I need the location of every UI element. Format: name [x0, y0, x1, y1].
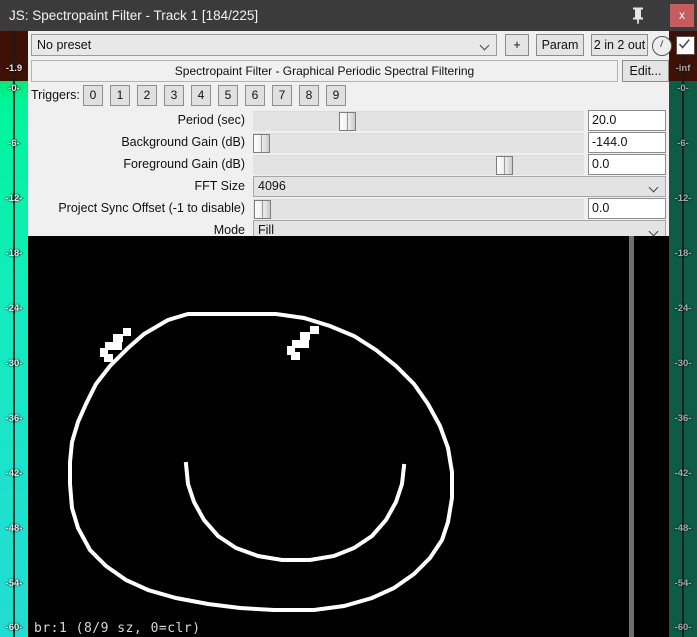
vu-meter-left-tick: -60- [5, 622, 23, 633]
param-row-fft-size: FFT Size 4096 [28, 176, 669, 197]
param-value-background-gain[interactable]: -144.0 [588, 132, 666, 153]
param-label-period: Period (sec) [177, 113, 245, 127]
canvas-divider [629, 236, 634, 637]
triggers-label: Triggers: [31, 88, 80, 102]
trigger-button-2[interactable]: 2 [137, 85, 157, 106]
param-value-foreground-gain[interactable]: 0.0 [588, 154, 666, 175]
chevron-down-icon [650, 228, 659, 234]
preset-dropdown[interactable]: No preset [31, 34, 497, 56]
slider-thumb[interactable] [254, 200, 271, 219]
edit-button[interactable]: Edit... [622, 60, 669, 82]
slider-thumb[interactable] [339, 112, 356, 131]
bypass-checkbox[interactable] [676, 36, 695, 55]
param-value-fft-size: 4096 [258, 179, 286, 193]
close-button[interactable]: x [670, 4, 694, 27]
checkmark-icon [678, 39, 690, 49]
param-dropdown-fft-size[interactable]: 4096 [253, 176, 666, 197]
description-row: Spectropaint Filter - Graphical Periodic… [31, 60, 669, 82]
param-row-foreground-gain: Foreground Gain (dB) 0.0 [28, 154, 669, 175]
trigger-button-7[interactable]: 7 [272, 85, 292, 106]
plugin-description: Spectropaint Filter - Graphical Periodic… [31, 60, 618, 82]
chevron-down-icon [481, 42, 490, 48]
param-row-project-sync-offset: Project Sync Offset (-1 to disable) 0.0 [28, 198, 669, 219]
trigger-button-9[interactable]: 9 [326, 85, 346, 106]
vu-meter-right-tick: -54- [674, 578, 692, 589]
vu-meter-left-tick: -36- [5, 413, 23, 424]
vu-meter-left-tick: -6- [8, 138, 20, 149]
pin-glyph [633, 7, 643, 24]
vu-meter-left-centerline [13, 31, 15, 637]
vu-meter-left-tick: -30- [5, 358, 23, 369]
smiley-face-drawing [68, 312, 454, 612]
plugin-window: JS: Spectropaint Filter - Track 1 [184/2… [0, 0, 697, 637]
vu-meter-right-tick: -6- [677, 138, 689, 149]
vu-meter-left-tick: -42- [5, 468, 23, 479]
trigger-button-6[interactable]: 6 [245, 85, 265, 106]
mouth [183, 461, 407, 562]
vu-meter-right-tick: -60- [674, 622, 692, 633]
param-slider-background-gain[interactable] [253, 133, 584, 153]
vu-meter-right-tick: -36- [674, 413, 692, 424]
param-label-background-gain: Background Gain (dB) [121, 135, 245, 149]
vu-meter-right[interactable]: -inf -0- -6- -12- -18- -24- -30- -36- -4… [669, 31, 697, 637]
trigger-button-8[interactable]: 8 [299, 85, 319, 106]
param-slider-foreground-gain[interactable] [253, 155, 584, 175]
param-row-background-gain: Background Gain (dB) -144.0 [28, 132, 669, 153]
trigger-button-5[interactable]: 5 [218, 85, 238, 106]
left-eye [100, 328, 131, 362]
chevron-down-icon [650, 184, 659, 190]
window-title: JS: Spectropaint Filter - Track 1 [184/2… [9, 8, 259, 23]
vu-meter-right-tick: -30- [674, 358, 692, 369]
vu-meter-right-tick: -12- [674, 193, 692, 204]
add-preset-button[interactable]: + [505, 34, 529, 56]
vu-meter-right-tick: -48- [674, 523, 692, 534]
vu-meter-left-tick: -54- [5, 578, 23, 589]
vu-meter-left-tick: -18- [5, 248, 23, 259]
face-outline [68, 312, 454, 612]
plugin-panel: No preset + Param 2 in 2 out Spectropain… [28, 31, 695, 637]
vu-meter-left-tick: -24- [5, 303, 23, 314]
vu-meter-right-tick: -18- [674, 248, 692, 259]
param-slider-project-sync-offset[interactable] [253, 199, 584, 219]
right-eye [287, 326, 319, 360]
title-bar: JS: Spectropaint Filter - Track 1 [184/2… [0, 0, 697, 31]
vu-meter-right-tick: -0- [677, 83, 689, 94]
param-label-project-sync-offset: Project Sync Offset (-1 to disable) [58, 201, 245, 215]
triggers-row: Triggers: 0 1 2 3 4 5 6 7 8 9 [31, 85, 666, 107]
trigger-button-1[interactable]: 1 [110, 85, 130, 106]
trigger-button-4[interactable]: 4 [191, 85, 211, 106]
param-button[interactable]: Param [536, 34, 584, 56]
slider-thumb[interactable] [496, 156, 513, 175]
vu-meter-left-peak: -1.9 [5, 63, 23, 74]
vu-meter-right-tick: -24- [674, 303, 692, 314]
pin-icon[interactable] [618, 0, 658, 31]
io-config-button[interactable]: 2 in 2 out [591, 34, 648, 56]
slider-thumb[interactable] [253, 134, 270, 153]
param-label-fft-size: FFT Size [194, 179, 245, 193]
param-row-period: Period (sec) 20.0 [28, 110, 669, 131]
vu-meter-left-tick: -12- [5, 193, 23, 204]
trigger-button-0[interactable]: 0 [83, 85, 103, 106]
preset-toolbar: No preset + Param 2 in 2 out [31, 34, 695, 56]
vu-meter-right-centerline [682, 31, 684, 637]
param-label-foreground-gain: Foreground Gain (dB) [123, 157, 245, 171]
vu-meter-left-tick: -0- [8, 83, 20, 94]
param-value-period[interactable]: 20.0 [588, 110, 666, 131]
trigger-button-3[interactable]: 3 [164, 85, 184, 106]
canvas-status-text: br:1 (8/9 sz, 0=clr) [34, 621, 201, 636]
vu-meter-left[interactable]: -1.9 -0- -6- -12- -18- -24- -30- -36- -4… [0, 31, 28, 637]
vu-meter-right-tick: -42- [674, 468, 692, 479]
vu-meter-right-peak: -inf [675, 63, 691, 74]
param-slider-period[interactable] [253, 111, 584, 131]
knob-icon[interactable] [652, 36, 672, 56]
spectropaint-canvas[interactable]: br:1 (8/9 sz, 0=clr) [28, 236, 669, 637]
vu-meter-left-tick: -48- [5, 523, 23, 534]
preset-value: No preset [37, 38, 92, 52]
param-value-project-sync-offset[interactable]: 0.0 [588, 198, 666, 219]
